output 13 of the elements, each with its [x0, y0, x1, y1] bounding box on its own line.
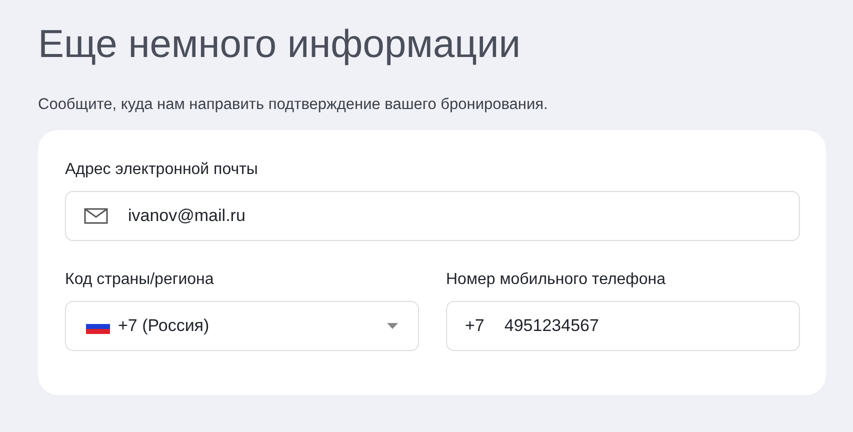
envelope-icon	[84, 208, 108, 224]
field-label: Адрес электронной почты	[65, 160, 259, 180]
country-select[interactable]: +7 (Россия)	[65, 301, 419, 351]
phone-input[interactable]: 4951234567	[504, 316, 781, 336]
caret-icon	[387, 323, 398, 329]
page-subtitle: Сообщите, куда нам направить подтверждение вашего бронирования.	[38, 96, 549, 114]
email-input[interactable]: ivanov@mail.ru	[128, 206, 781, 226]
field-label: Номер мобильного телефона	[446, 270, 666, 290]
phone-prefix: +7	[465, 316, 484, 336]
phone-field[interactable]: +7 4951234567	[446, 301, 800, 351]
email-field[interactable]: ivanov@mail.ru	[65, 191, 800, 241]
page-title: Еще немного информации	[38, 22, 522, 68]
field-label: Код страны/региона	[65, 270, 215, 290]
